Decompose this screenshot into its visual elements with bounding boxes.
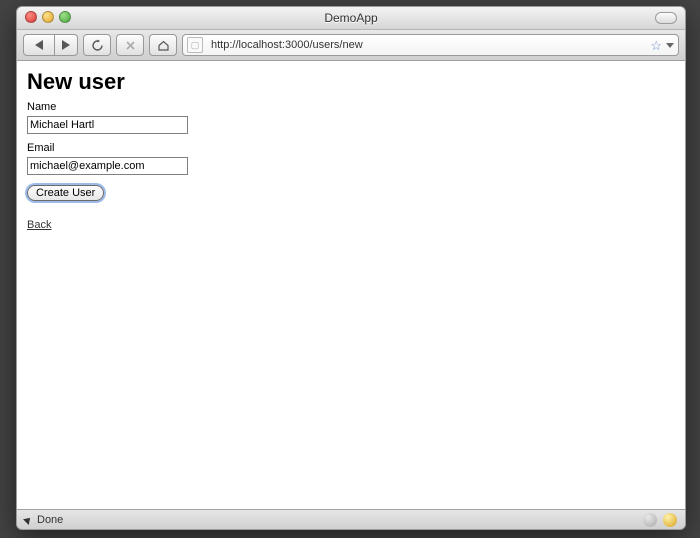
- toolbar: ▢ ☆: [17, 30, 685, 61]
- browser-window: DemoApp: [16, 6, 686, 530]
- reload-icon: [91, 39, 104, 52]
- back-link[interactable]: Back: [27, 219, 51, 231]
- url-input[interactable]: [209, 38, 646, 52]
- close-window-button[interactable]: [25, 11, 37, 23]
- status-left: Done: [25, 514, 63, 526]
- home-icon: [157, 39, 170, 52]
- page-icon: ▢: [187, 37, 203, 53]
- reload-button[interactable]: [83, 34, 111, 56]
- minimize-window-button[interactable]: [42, 11, 54, 23]
- email-input[interactable]: [27, 157, 188, 175]
- plugin-firebug-icon[interactable]: [663, 513, 677, 527]
- page-content: New user Name Email Create User Back: [17, 61, 685, 241]
- name-field-row: Name: [27, 101, 675, 134]
- status-text: Done: [37, 514, 63, 526]
- cursor-icon: [23, 515, 33, 525]
- forward-button[interactable]: [55, 34, 78, 56]
- viewport[interactable]: New user Name Email Create User Back: [17, 61, 685, 510]
- submit-row: Create User: [27, 183, 675, 201]
- email-field-row: Email: [27, 142, 675, 175]
- email-label: Email: [27, 142, 675, 154]
- window-title: DemoApp: [17, 7, 685, 29]
- name-input[interactable]: [27, 116, 188, 134]
- address-bar-right: ☆: [646, 39, 674, 52]
- toolbar-toggle-button[interactable]: [655, 12, 677, 24]
- create-user-button[interactable]: Create User: [27, 185, 104, 201]
- page-heading: New user: [27, 69, 675, 95]
- forward-arrow-icon: [62, 40, 70, 50]
- home-button[interactable]: [149, 34, 177, 56]
- window-controls: [25, 11, 71, 23]
- back-button[interactable]: [23, 34, 55, 56]
- nav-back-forward: [23, 34, 78, 56]
- statusbar: Done: [17, 510, 685, 530]
- plugin-indicator-icon[interactable]: [643, 513, 657, 527]
- url-dropdown-icon[interactable]: [666, 43, 674, 48]
- back-arrow-icon: [35, 40, 43, 50]
- zoom-window-button[interactable]: [59, 11, 71, 23]
- address-bar[interactable]: ▢ ☆: [182, 34, 679, 56]
- stop-button[interactable]: [116, 34, 144, 56]
- bookmark-star-icon[interactable]: ☆: [650, 39, 662, 52]
- stop-icon: [125, 40, 136, 51]
- titlebar: DemoApp: [17, 7, 685, 30]
- status-right: [643, 513, 677, 527]
- name-label: Name: [27, 101, 675, 113]
